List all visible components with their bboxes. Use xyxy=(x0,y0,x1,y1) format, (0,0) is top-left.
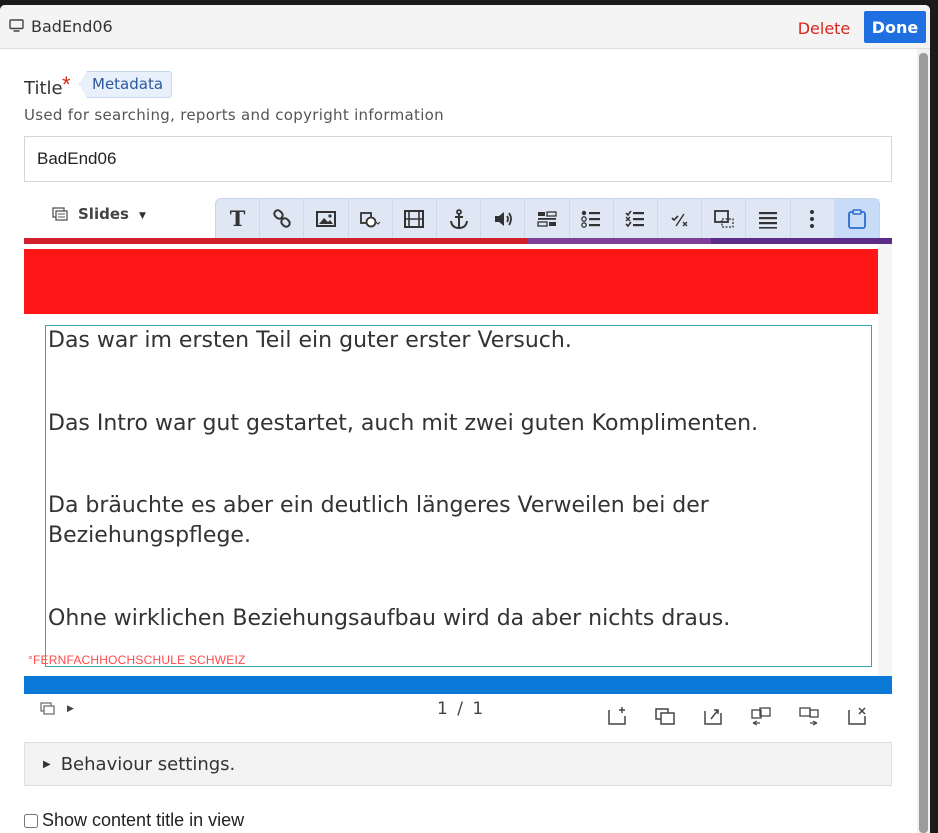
move-slide-left-icon[interactable] xyxy=(748,704,774,728)
title-label: Title xyxy=(24,78,63,99)
shapes-icon[interactable] xyxy=(349,199,393,238)
true-false-icon[interactable] xyxy=(658,199,703,238)
more-icon[interactable] xyxy=(791,199,835,238)
text-icon[interactable]: T xyxy=(216,199,261,238)
scrollbar-thumb[interactable] xyxy=(919,53,928,833)
page-separator: / xyxy=(457,699,465,719)
current-page: 1 xyxy=(437,699,450,719)
monitor-icon xyxy=(9,19,24,32)
slide-paragraph: Ohne wirklichen Beziehungsaufbau wird da… xyxy=(48,606,731,631)
anchor-icon[interactable] xyxy=(437,199,482,238)
show-title-checkbox[interactable] xyxy=(24,813,38,828)
audio-icon[interactable] xyxy=(481,199,526,238)
required-asterisk: * xyxy=(62,72,71,97)
link-icon[interactable] xyxy=(260,199,305,238)
move-slide-right-icon[interactable] xyxy=(796,704,822,728)
behaviour-settings-label: Behaviour settings. xyxy=(60,753,236,775)
slide-paragraph: Beziehungspflege. xyxy=(48,523,251,548)
show-title-label: Show content title in view xyxy=(42,810,245,830)
fill-in-blanks-icon[interactable] xyxy=(525,199,570,238)
content-toolbar: T xyxy=(215,198,880,238)
single-choice-icon[interactable] xyxy=(570,199,614,238)
slide-text-element[interactable]: Das war im ersten Teil ein guter erster … xyxy=(45,325,872,667)
chevron-right-icon: ▶ xyxy=(67,703,74,713)
slides-dropdown[interactable]: Slides ▼ xyxy=(52,203,146,225)
slide-bottom-bar xyxy=(24,676,892,694)
show-title-option[interactable]: Show content title in view xyxy=(24,810,244,831)
done-button[interactable]: Done xyxy=(864,11,926,43)
chevron-right-icon: ▶ xyxy=(43,758,51,770)
delete-slide-icon[interactable] xyxy=(844,704,870,728)
institution-footer: °FERNFACHHOCHSCHULE SCHWEIZ xyxy=(28,653,246,667)
slide-paragraph: Das Intro war gut gestartet, auch mit zw… xyxy=(48,411,759,436)
slide-actions xyxy=(604,704,870,728)
title-input[interactable] xyxy=(24,136,892,182)
add-slide-icon[interactable] xyxy=(604,704,630,728)
slide-navigation-toggle[interactable]: ▶ xyxy=(40,702,74,715)
image-icon[interactable] xyxy=(304,199,349,238)
clone-slide-icon[interactable] xyxy=(652,704,678,728)
summary-icon[interactable] xyxy=(746,199,791,238)
scrollbar[interactable] xyxy=(917,49,930,833)
editor-panel: BadEnd06 Delete Done Title * Metadata Us… xyxy=(0,5,930,833)
slide-pager: 1 / 1 xyxy=(437,699,485,719)
metadata-button[interactable]: Metadata xyxy=(79,71,173,98)
slide-canvas[interactable]: Das war im ersten Teil ein guter erster … xyxy=(24,244,892,694)
slide-paragraph: Da bräuchte es aber ein deutlich längere… xyxy=(48,493,709,518)
slides-label: Slides xyxy=(78,205,129,223)
chevron-down-icon: ▼ xyxy=(138,210,146,221)
title-description: Used for searching, reports and copyrigh… xyxy=(24,106,444,124)
editor-header: BadEnd06 Delete Done xyxy=(0,5,930,49)
behaviour-settings-toggle[interactable]: ▶ Behaviour settings. xyxy=(24,742,892,786)
slides-icon xyxy=(52,207,68,221)
slide-banner xyxy=(24,249,878,314)
slide-paragraph: Das war im ersten Teil ein guter erster … xyxy=(48,328,572,353)
total-pages: 1 xyxy=(472,699,486,719)
slides-icon xyxy=(40,702,55,715)
background-slide-icon[interactable] xyxy=(700,704,726,728)
delete-button[interactable]: Delete xyxy=(792,12,856,44)
content-title: BadEnd06 xyxy=(31,17,113,36)
drag-drop-icon[interactable] xyxy=(702,199,747,238)
paste-icon[interactable] xyxy=(834,199,880,238)
video-icon[interactable] xyxy=(393,199,438,238)
multiple-choice-icon[interactable] xyxy=(614,199,659,238)
